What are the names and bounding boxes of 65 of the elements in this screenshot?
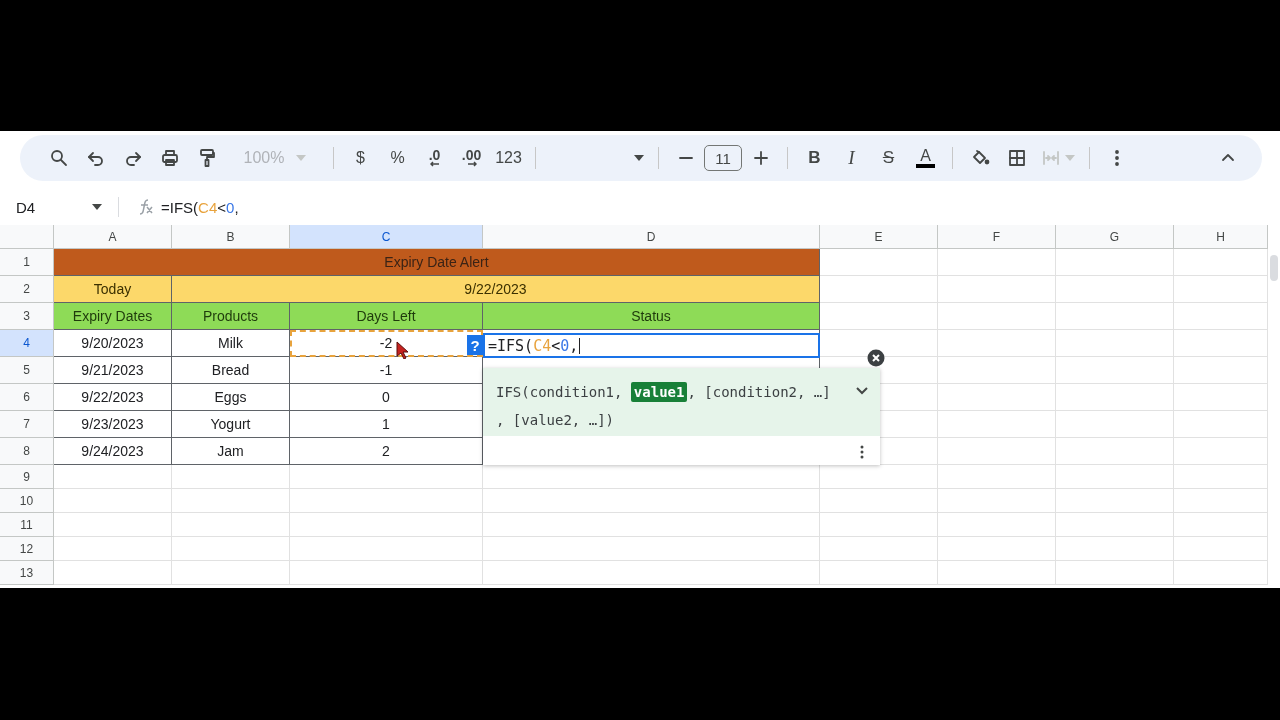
table-cell: Today xyxy=(54,276,172,303)
caret-icon[interactable] xyxy=(634,155,644,161)
close-icon[interactable] xyxy=(867,349,885,367)
row-header[interactable]: 1 xyxy=(0,249,54,276)
row-header[interactable]: 13 xyxy=(0,561,54,585)
row-header[interactable]: 3 xyxy=(0,303,54,330)
table-cell: 9/21/2023 xyxy=(54,357,172,384)
more-vertical-icon[interactable] xyxy=(860,445,864,459)
table-cell: 9/22/2023 xyxy=(172,276,820,303)
column-header[interactable]: C xyxy=(290,225,483,249)
print-icon[interactable] xyxy=(159,148,180,168)
search-icon[interactable] xyxy=(48,148,69,168)
decrease-decimal-button[interactable]: .0 xyxy=(428,149,441,167)
borders-icon[interactable] xyxy=(1006,148,1027,168)
row-header[interactable]: 8 xyxy=(0,438,54,465)
arrow-left-icon xyxy=(429,161,440,167)
font-size-field[interactable]: 11 xyxy=(704,145,742,171)
table-cell: 9/20/2023 xyxy=(54,330,172,357)
strikethrough-button[interactable]: S xyxy=(882,148,895,168)
mouse-pointer-icon xyxy=(396,341,409,359)
table-cell: 9/22/2023 xyxy=(54,384,172,411)
column-heading: Expiry Dates xyxy=(54,303,172,330)
function-icon xyxy=(137,198,155,216)
table-cell: Eggs xyxy=(172,384,290,411)
column-header[interactable]: G xyxy=(1056,225,1174,249)
percent-button[interactable]: % xyxy=(390,149,405,167)
cell-editor[interactable]: =IFS(C4<0, xyxy=(483,333,820,358)
row-header[interactable]: 10 xyxy=(0,489,54,513)
column-header[interactable]: A xyxy=(54,225,172,249)
italic-button[interactable]: I xyxy=(848,147,855,169)
row-header[interactable]: 11 xyxy=(0,513,54,537)
currency-button[interactable]: $ xyxy=(356,149,365,167)
table-cell: Milk xyxy=(172,330,290,357)
row-header[interactable]: 7 xyxy=(0,411,54,438)
row-header[interactable]: 9 xyxy=(0,465,54,489)
chevron-down-icon[interactable] xyxy=(856,387,868,395)
column-header[interactable]: E xyxy=(820,225,938,249)
row-header[interactable]: 4 xyxy=(0,330,54,357)
table-cell: Bread xyxy=(172,357,290,384)
table-cell: 9/24/2023 xyxy=(54,438,172,465)
table-cell: 9/23/2023 xyxy=(54,411,172,438)
column-header[interactable]: D xyxy=(483,225,820,249)
number-format-button[interactable]: 123 xyxy=(495,149,522,167)
column-header[interactable]: H xyxy=(1174,225,1268,249)
table-cell: Yogurt xyxy=(172,411,290,438)
bold-button[interactable]: B xyxy=(808,148,821,168)
column-header[interactable]: B xyxy=(172,225,290,249)
text-color-button[interactable]: A xyxy=(916,148,935,168)
formula-text[interactable]: =IFS(C4<0, xyxy=(161,198,239,216)
row-header[interactable]: 12 xyxy=(0,537,54,561)
title-cell: Expiry Date Alert xyxy=(54,249,820,276)
caret-icon[interactable] xyxy=(92,204,102,210)
arrow-right-icon xyxy=(466,161,477,167)
row-header[interactable]: 5 xyxy=(0,357,54,384)
function-signature: IFS(condition1, value1 , [condition2, …] , [value2, …]) xyxy=(496,381,832,430)
row-header[interactable]: 2 xyxy=(0,276,54,303)
column-heading: Status xyxy=(483,303,820,330)
row-header[interactable]: 6 xyxy=(0,384,54,411)
table-cell: Jam xyxy=(172,438,290,465)
name-box[interactable]: D4 xyxy=(16,198,36,216)
increase-decimal-button[interactable]: .00 xyxy=(461,149,482,167)
column-header[interactable]: F xyxy=(938,225,1056,249)
column-heading: Days Left xyxy=(290,303,483,330)
help-badge[interactable]: ? xyxy=(467,335,483,355)
column-heading: Products xyxy=(172,303,290,330)
